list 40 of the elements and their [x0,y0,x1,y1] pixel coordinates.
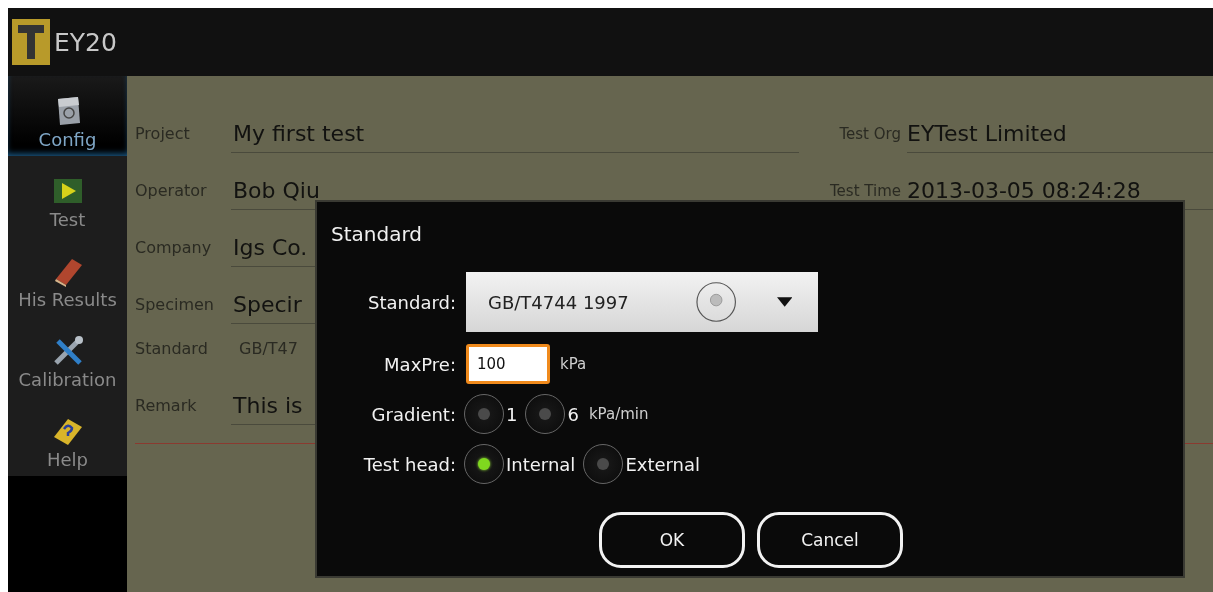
field-label: Operator [135,181,208,202]
standard-dropdown[interactable]: GB/T4744 1997 [466,272,818,332]
field-label: Test head: [362,453,456,475]
sidebar-item[interactable]: Help [8,396,127,476]
radio-button[interactable] [464,444,504,484]
dropdown-value: GB/T4744 1997 [488,291,630,313]
field-label: Standard [135,339,209,360]
radio-button[interactable] [583,444,624,484]
field-label: Remark [135,396,198,417]
field-label: Standard: [367,291,456,313]
dialog-title: Standard [331,222,423,246]
field-label: Project [135,124,191,145]
dialog-button[interactable]: Cancel [757,512,903,568]
text-field[interactable]: My first test [231,121,799,153]
sidebar-item[interactable]: His Results [8,236,127,316]
radio-button[interactable] [464,394,504,434]
option-label: External [625,453,701,475]
field-label: MaxPre: [383,353,456,375]
caret-icon [776,297,792,307]
unit-label: kPa [560,355,587,373]
field-label: Specimen [135,295,215,316]
field-label: Test Org [838,125,902,145]
max-pressure-field[interactable]: 100 [466,344,550,384]
logo-icon [12,19,50,65]
unit-label: kPa/min [588,405,649,423]
option-label: Internal [506,453,576,475]
dialog-button[interactable]: OK [599,512,745,568]
circle-icon [696,281,737,323]
sidebar-item[interactable]: Config [8,76,127,156]
option-label: 6 [567,403,579,425]
app-title: EY20 [54,27,117,57]
field-label: Gradient: [370,403,456,425]
option-label: 1 [506,403,518,425]
field-label: Test Time [829,182,902,202]
field-value: GB/T47 [238,339,298,360]
field-label: Company [135,238,213,259]
sidebar-item[interactable]: Calibration [8,316,127,396]
text-field[interactable]: EYTest Limited [907,121,1213,153]
radio-button[interactable] [525,394,566,434]
sidebar-item[interactable]: Test [8,156,127,236]
